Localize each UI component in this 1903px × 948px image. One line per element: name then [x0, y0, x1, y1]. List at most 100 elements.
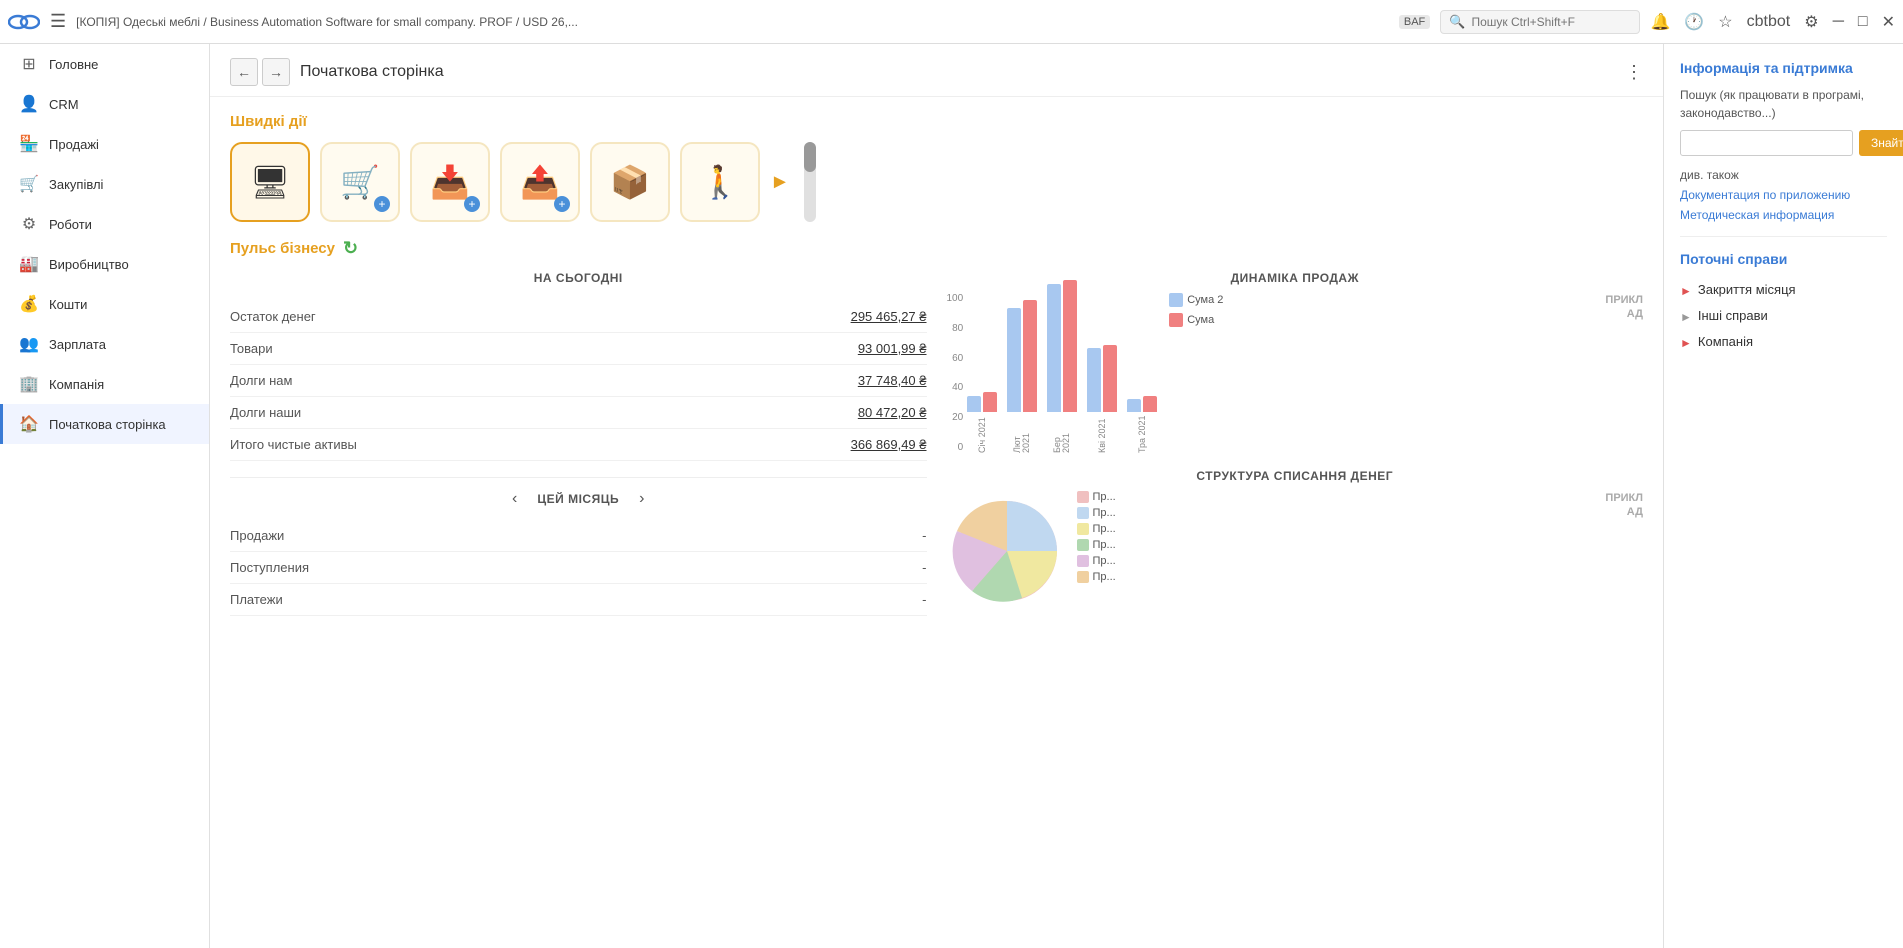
legend-suma-label: Сума [1187, 314, 1214, 326]
affair-arrow-gray-2: ► [1680, 310, 1692, 324]
sidebar-item-purchases[interactable]: 🛒 Закупівлі [0, 164, 209, 204]
sidebar: ⊞ Головне 👤 CRM 🏪 Продажі 🛒 Закупівлі ⚙ … [0, 44, 210, 948]
bar-label-may: Тра 2021 [1138, 415, 1147, 453]
sidebar-item-production[interactable]: 🏭 Виробництво [0, 244, 209, 284]
info-search-row: Знайти [1680, 130, 1887, 156]
affairs-title: Поточні справи [1680, 251, 1887, 267]
history-icon[interactable]: 🕐 [1684, 12, 1704, 32]
topbar-search-input[interactable] [1471, 15, 1631, 29]
month-label-payments: Платежи [230, 592, 283, 607]
quick-action-basket[interactable]: 🛒 + [320, 142, 400, 222]
quick-action-send[interactable]: 📤 + [500, 142, 580, 222]
pulse-value-goods[interactable]: 93 001,99 ₴ [858, 341, 927, 356]
bar-chart-legend: Сума 2 Сума [1169, 293, 1223, 327]
month-title: ЦЕЙ МІСЯЦЬ [537, 492, 619, 506]
bar-mar-red [1063, 280, 1077, 412]
qa-arrow-right[interactable]: ► [770, 171, 790, 194]
legend-suma2-label: Сума 2 [1187, 294, 1223, 306]
pulse-value-debts-to-us[interactable]: 37 748,40 ₴ [858, 373, 927, 388]
pie-legend-1-label: Пр... [1093, 491, 1116, 503]
quick-actions-section: Швидкі дії 🖥 🛒 + 📥 + 📤 + 📦 [210, 97, 1663, 238]
bar-feb-blue [1007, 308, 1021, 412]
pie-legend-1: Пр... [1077, 491, 1116, 503]
sidebar-item-startpage[interactable]: 🏠 Початкова сторінка [0, 404, 209, 444]
methodical-link[interactable]: Методическая информация [1680, 208, 1887, 222]
username-label[interactable]: cbtbot [1747, 13, 1791, 31]
maximize-icon[interactable]: □ [1858, 13, 1868, 31]
bar-label-feb: Лют 2021 [1013, 415, 1031, 453]
sidebar-item-sales[interactable]: 🏪 Продажі [0, 124, 209, 164]
sidebar-item-salary[interactable]: 👥 Зарплата [0, 324, 209, 364]
pie-legend-6: Пр... [1077, 571, 1116, 583]
minimize-icon[interactable]: ─ [1833, 13, 1844, 31]
pulse-value-total[interactable]: 366 869,49 ₴ [851, 437, 927, 452]
topbar-badge: BAF [1399, 15, 1430, 29]
pie-legend-5-label: Пр... [1093, 555, 1116, 567]
send-plus-icon: + [554, 196, 570, 212]
pulse-value-our-debts[interactable]: 80 472,20 ₴ [858, 405, 927, 420]
quick-action-pos[interactable]: 🖥 [230, 142, 310, 222]
search-icon: 🔍 [1449, 14, 1465, 30]
pulse-value-cash[interactable]: 295 465,27 ₴ [851, 309, 927, 324]
sidebar-item-label: Зарплата [49, 337, 106, 352]
sidebar-item-robots[interactable]: ⚙ Роботи [0, 204, 209, 244]
bell-icon[interactable]: 🔔 [1650, 12, 1670, 32]
quick-actions-scrollbar[interactable] [804, 142, 816, 222]
month-rows: Продажи - Поступления - Платежи - [230, 520, 927, 616]
pulse-row-debts-to-us: Долги нам 37 748,40 ₴ [230, 365, 927, 397]
nav-forward-button[interactable]: → [262, 58, 290, 86]
info-support-title: Інформація та підтримка [1680, 60, 1887, 76]
info-search-button[interactable]: Знайти [1859, 130, 1903, 156]
close-icon[interactable]: ✕ [1882, 12, 1895, 32]
sidebar-item-label: Виробництво [49, 257, 129, 272]
pie-chart-inner: ПРИКЛАД [947, 491, 1644, 611]
pie-legend-6-label: Пр... [1093, 571, 1116, 583]
affair-other[interactable]: ► Інші справи [1680, 303, 1887, 329]
month-row-sales: Продажи - [230, 520, 927, 552]
bar-apr-blue [1087, 348, 1101, 412]
month-next-button[interactable]: › [639, 490, 644, 508]
sidebar-item-home[interactable]: ⊞ Головне [0, 44, 209, 84]
hamburger-icon[interactable]: ☰ [50, 11, 66, 32]
month-prev-button[interactable]: ‹ [512, 490, 517, 508]
bar-group-feb: Лют 2021 [1007, 300, 1037, 453]
app-logo [8, 11, 40, 33]
star-icon[interactable]: ☆ [1718, 12, 1732, 32]
affair-close-month[interactable]: ► Закриття місяця [1680, 277, 1887, 303]
page-menu-icon[interactable]: ⋮ [1625, 62, 1643, 83]
affair-company[interactable]: ► Компанія [1680, 329, 1887, 355]
pie-legend-4: Пр... [1077, 539, 1116, 551]
sidebar-item-company[interactable]: 🏢 Компанія [0, 364, 209, 404]
month-row-payments: Платежи - [230, 584, 927, 616]
quick-actions-list: 🖥 🛒 + 📥 + 📤 + 📦 🚶 [230, 142, 1643, 222]
sidebar-item-crm[interactable]: 👤 CRM [0, 84, 209, 124]
topbar-search-box[interactable]: 🔍 [1440, 10, 1640, 34]
quick-action-receive[interactable]: 📥 + [410, 142, 490, 222]
bar-label-mar: Бер 2021 [1053, 415, 1071, 453]
pie-legend-3-label: Пр... [1093, 523, 1116, 535]
pulse-row-goods: Товари 93 001,99 ₴ [230, 333, 927, 365]
receive-plus-icon: + [464, 196, 480, 212]
bar-group-may: Тра 2021 [1127, 396, 1157, 453]
production-icon: 🏭 [19, 254, 39, 274]
quick-action-package[interactable]: 📦 [590, 142, 670, 222]
affair-label-close-month: Закриття місяця [1698, 282, 1796, 297]
person-icon: 🚶 [700, 163, 740, 201]
pulse-label-goods: Товари [230, 341, 273, 356]
charts-section: ДИНАМІКА ПРОДАЖ ПРИКЛАД 100 80 60 40 20 … [947, 271, 1644, 616]
info-search-input[interactable] [1680, 130, 1853, 156]
settings-icon[interactable]: ⚙ [1804, 12, 1818, 32]
month-value-payments: - [922, 592, 926, 607]
topbar-actions: 🔔 🕐 ☆ cbtbot ⚙ ─ □ ✕ [1650, 12, 1895, 32]
nav-back-button[interactable]: ← [230, 58, 258, 86]
bar-may-red [1143, 396, 1157, 412]
pulse-label-debts-to-us: Долги нам [230, 373, 292, 388]
quick-action-person[interactable]: 🚶 [680, 142, 760, 222]
pie-legend-2: Пр... [1077, 507, 1116, 519]
right-panel-divider [1680, 236, 1887, 237]
sidebar-item-funds[interactable]: 💰 Кошти [0, 284, 209, 324]
docs-link[interactable]: Документация по приложению [1680, 188, 1887, 202]
sidebar-item-label: Продажі [49, 137, 99, 152]
refresh-icon[interactable]: ↻ [343, 238, 358, 259]
pulse-title: Пульс бізнесу ↻ [230, 238, 1643, 259]
